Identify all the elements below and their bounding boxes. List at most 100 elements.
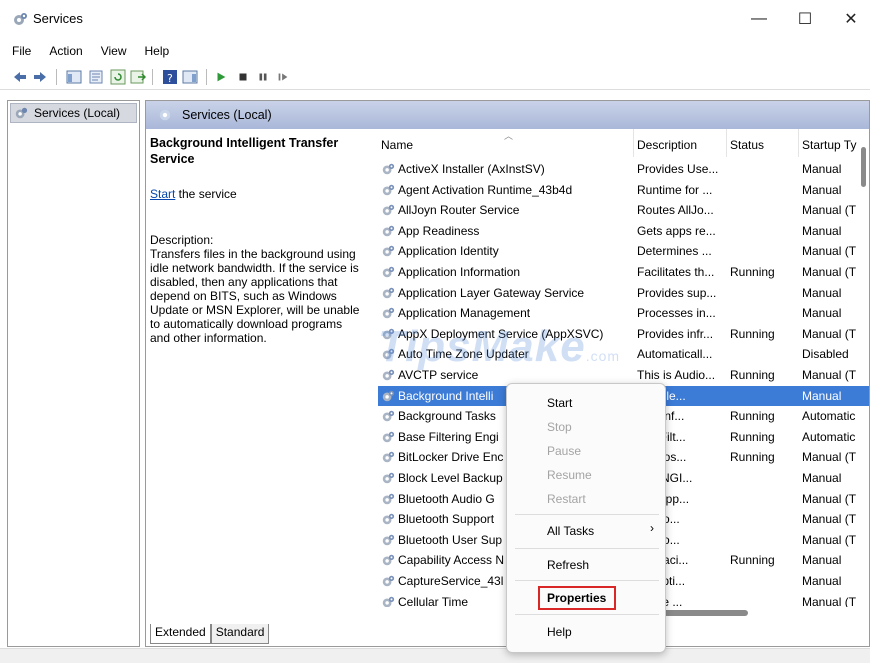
column-header-name[interactable]: Name — [381, 138, 413, 152]
status-bar — [0, 648, 870, 663]
service-gear-icon — [382, 390, 395, 401]
context-menu-pause: Pause — [547, 444, 582, 458]
service-description: Determines ... — [637, 244, 712, 259]
service-name: Application Information — [398, 265, 521, 279]
services-app-icon — [14, 13, 27, 25]
service-startup-type: Disabled — [802, 347, 849, 362]
service-gear-icon — [382, 534, 395, 546]
forward-icon[interactable] — [32, 69, 48, 85]
context-menu-stop: Stop — [547, 420, 572, 434]
pause-service-icon[interactable] — [256, 69, 270, 85]
service-name: Application Layer Gateway Service — [398, 285, 585, 300]
menu-view[interactable]: View — [91, 44, 135, 64]
table-row[interactable]: App Readiness Gets apps re... Manual — [378, 221, 869, 242]
tab-extended[interactable]: Extended — [150, 624, 211, 644]
service-description: Provides sup... — [637, 285, 717, 300]
column-divider[interactable] — [726, 129, 727, 157]
show-hide-action-pane-icon[interactable] — [182, 69, 198, 85]
minimize-button[interactable]: — — [736, 0, 782, 38]
service-name: Block Level Backup — [398, 471, 503, 485]
service-startup-type: Manual — [802, 574, 842, 588]
tab-standard[interactable]: Standard — [210, 624, 270, 644]
service-name: AppX Deployment Service (AppXSVC) — [398, 326, 604, 341]
service-gear-icon — [382, 163, 395, 175]
view-tabs: Extended Standard — [150, 624, 270, 644]
column-divider[interactable] — [798, 129, 799, 157]
table-row[interactable]: Application Layer Gateway Service Provide… — [378, 283, 869, 304]
service-description: Provides Use... — [637, 162, 719, 176]
table-row[interactable]: ActiveX Installer (AxInstSV) Provides Use… — [378, 159, 869, 180]
service-startup-type: Automatic — [802, 409, 856, 424]
service-gear-icon — [382, 513, 395, 525]
service-gear-icon — [382, 596, 395, 607]
service-name-cell: Application Identity — [381, 244, 631, 258]
service-name: CaptureService_43l — [398, 574, 504, 588]
service-startup-type: Manual (T — [802, 594, 857, 607]
properties-icon[interactable] — [88, 69, 104, 85]
service-gear-icon — [382, 431, 395, 443]
service-name: Capability Access N — [398, 553, 505, 568]
menu-file[interactable]: File — [0, 44, 39, 64]
services-icon — [159, 109, 171, 121]
start-service-link[interactable]: Start — [150, 187, 175, 201]
close-button[interactable]: ✕ — [828, 0, 870, 38]
service-status: Running — [730, 450, 775, 465]
column-header-description[interactable]: Description — [637, 138, 697, 152]
context-menu-help[interactable]: Help — [547, 625, 572, 643]
table-row[interactable]: Auto Time Zone Updater Automaticall... Dis… — [378, 344, 869, 365]
table-row[interactable]: Agent Activation Runtime_43b4d Runtime fo… — [378, 180, 869, 201]
table-row[interactable]: Application Information Facilitates th...… — [378, 262, 869, 283]
service-name: Background Intelli — [398, 388, 494, 403]
vertical-scroll-thumb[interactable] — [861, 147, 866, 187]
table-row[interactable]: Application Identity Determines ... Manual… — [378, 241, 869, 262]
description-text: Transfers files in the background using … — [150, 247, 360, 345]
export-list-icon[interactable] — [130, 69, 146, 85]
service-gear-icon — [382, 555, 395, 566]
service-gear-icon — [382, 266, 395, 278]
context-menu-refresh[interactable]: Refresh — [547, 558, 589, 576]
service-startup-type: Manual (T — [802, 532, 857, 547]
context-menu-properties[interactable]: Properties — [547, 591, 606, 609]
show-hide-tree-icon[interactable] — [66, 69, 82, 85]
service-name-cell: AllJoyn Router Service — [381, 203, 631, 217]
column-header-startup-type[interactable]: Startup Ty — [802, 138, 856, 152]
table-row[interactable]: AppX Deployment Service (AppXSVC) Provide… — [378, 324, 869, 345]
maximize-button[interactable]: ☐ — [782, 0, 828, 38]
description-pane: Background Intelligent Transfer Service … — [150, 135, 362, 595]
service-startup-type: Manual — [802, 182, 842, 197]
vertical-scrollbar[interactable] — [860, 145, 868, 607]
service-startup-type: Manual (T — [802, 244, 857, 259]
service-name: AVCTP service — [398, 368, 479, 382]
service-description: Processes in... — [637, 306, 716, 321]
service-startup-type: Manual (T — [802, 203, 857, 218]
toolbar-separator — [152, 69, 153, 85]
context-menu-start[interactable]: Start — [547, 396, 572, 414]
menu-separator — [515, 580, 659, 581]
service-startup-type: Manual — [802, 162, 842, 176]
toolbar-separator — [206, 69, 207, 85]
service-name: Bluetooth Audio G — [398, 491, 495, 506]
service-status: Running — [730, 553, 775, 568]
table-row[interactable]: Application Management Processes in... Man… — [378, 303, 869, 324]
service-name-cell: AVCTP service — [381, 368, 631, 382]
menu-action[interactable]: Action — [39, 44, 90, 64]
toolbar: ? — [0, 64, 870, 90]
menu-help[interactable]: Help — [135, 44, 178, 64]
back-icon[interactable] — [12, 69, 28, 85]
help-icon[interactable]: ? — [162, 69, 178, 85]
table-row[interactable]: AllJoyn Router Service Routes AllJo... Man… — [378, 200, 869, 221]
service-gear-icon — [382, 369, 395, 381]
context-menu-all-tasks[interactable]: All Tasks — [547, 524, 594, 542]
service-description: Automaticall... — [637, 347, 713, 362]
stop-service-icon[interactable] — [236, 69, 250, 85]
refresh-icon[interactable] — [110, 69, 126, 85]
column-divider[interactable] — [633, 129, 634, 157]
submenu-arrow-icon: › — [650, 521, 654, 535]
service-startup-type: Manual — [802, 223, 842, 238]
service-name-cell: Application Information — [381, 265, 631, 279]
service-name: Bluetooth Support — [398, 512, 495, 527]
resume-service-icon[interactable] — [276, 69, 290, 85]
column-header-status[interactable]: Status — [730, 138, 764, 152]
start-service-icon[interactable] — [214, 69, 228, 85]
tree-item-services-local[interactable]: Services (Local) — [10, 103, 137, 123]
